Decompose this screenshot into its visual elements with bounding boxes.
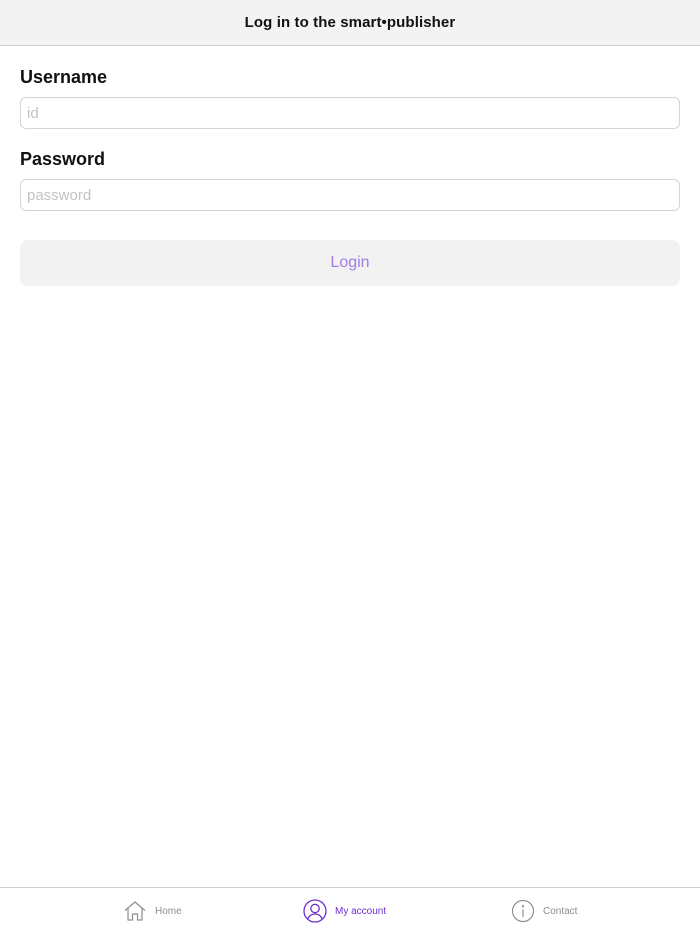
tab-my-account[interactable]: My account xyxy=(303,888,386,934)
login-button[interactable]: Login xyxy=(20,240,680,286)
user-circle-icon xyxy=(303,899,327,923)
app-screen: Log in to the smart•publisher Username P… xyxy=(0,0,700,934)
tab-bar: Home My account Contact xyxy=(0,887,700,934)
tab-contact-label: Contact xyxy=(543,905,578,917)
tab-my-account-label: My account xyxy=(335,905,387,917)
page-title: Log in to the smart•publisher xyxy=(244,14,456,31)
username-label: Username xyxy=(20,67,108,87)
tab-home-label: Home xyxy=(155,905,182,917)
login-form: Username Password Login xyxy=(20,46,680,286)
tab-contact[interactable]: Contact xyxy=(511,888,577,934)
info-icon xyxy=(511,899,535,923)
tab-home[interactable]: Home xyxy=(123,888,182,934)
navigation-bar: Log in to the smart•publisher xyxy=(0,0,700,46)
password-input[interactable] xyxy=(20,179,680,211)
username-input[interactable] xyxy=(20,97,680,129)
password-label: Password xyxy=(20,149,106,169)
home-icon xyxy=(123,899,147,923)
